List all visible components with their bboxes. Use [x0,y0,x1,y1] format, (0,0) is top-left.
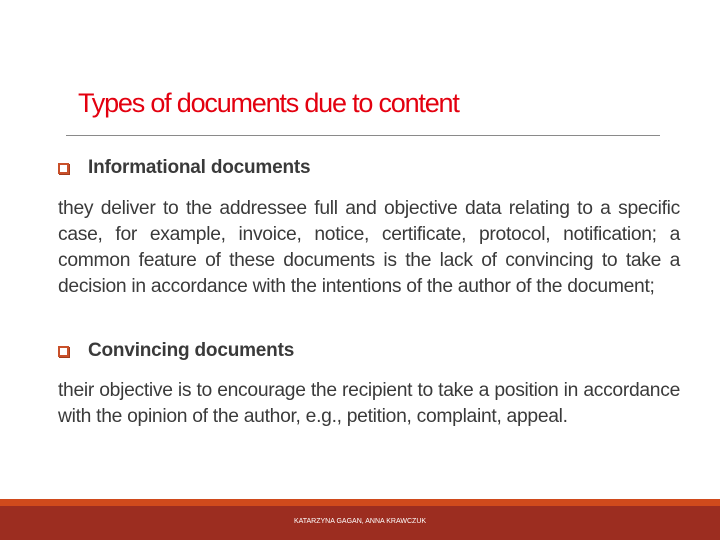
section-heading-convincing: Convincing documents [58,340,294,362]
checkbox-bullet-icon [58,346,69,357]
section-heading-text: Informational documents [88,157,311,178]
title-divider [66,135,660,136]
section-body-informational: they deliver to the addressee full and o… [58,198,680,297]
section-body-convincing: their objective is to encourage the reci… [58,380,680,427]
slide-title: Types of documents due to content [78,88,460,118]
footer-authors: KATARZYNA GAGAN, ANNA KRAWCZUK [293,518,427,525]
section-heading-text: Convincing documents [88,340,295,361]
checkbox-bullet-icon [58,163,69,174]
footer-accent-band [0,499,720,506]
section-heading-informational: Informational documents [58,157,311,179]
